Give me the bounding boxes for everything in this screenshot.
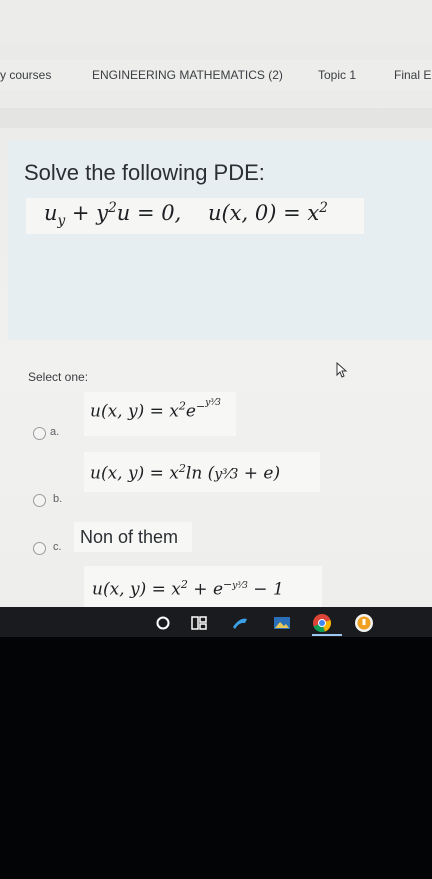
divider — [0, 108, 432, 128]
option-b-radio[interactable] — [33, 494, 46, 507]
option-c-text[interactable]: Non of them — [80, 527, 178, 548]
option-d-text[interactable]: u(x, y) = x2 + e−y³⁄3 − 1 — [92, 578, 284, 600]
breadcrumb-course[interactable]: ENGINEERING MATHEMATICS (2) — [92, 68, 283, 82]
option-a-radio[interactable] — [33, 427, 46, 440]
select-one-label: Select one: — [28, 370, 89, 384]
browser-viewport: y courses ENGINEERING MATHEMATICS (2) To… — [0, 0, 432, 607]
breadcrumb-topic[interactable]: Topic 1 — [318, 68, 356, 82]
screen-bezel — [0, 637, 432, 879]
breadcrumb-my-courses[interactable]: y courses — [0, 68, 51, 82]
chrome-icon[interactable] — [312, 613, 332, 633]
option-b-letter: b. — [53, 493, 63, 505]
question-title: Solve the following PDE: — [24, 160, 265, 185]
option-a-text[interactable]: u(x, y) = x2e−y³⁄3 — [90, 398, 221, 421]
taskbar — [0, 607, 432, 637]
breadcrumb: y courses ENGINEERING MATHEMATICS (2) To… — [0, 60, 432, 90]
pen-icon[interactable] — [231, 615, 249, 631]
vpn-icon[interactable] — [354, 613, 374, 633]
photos-icon[interactable] — [273, 615, 291, 631]
question-equation-text: uy + y2u = 0, u(x, 0) = x2 — [44, 200, 328, 230]
option-c-letter: c. — [53, 541, 62, 553]
option-c-radio[interactable] — [33, 542, 46, 555]
breadcrumb-final-exam[interactable]: Final E — [394, 68, 431, 82]
question-equation: uy + y2u = 0, u(x, 0) = x2 — [44, 200, 328, 229]
option-a-letter: a. — [50, 426, 60, 438]
browser-top-bar — [0, 0, 432, 44]
option-b-text[interactable]: u(x, y) = x2ln (y³⁄3 + e) — [90, 462, 280, 484]
active-app-indicator — [312, 634, 342, 636]
mouse-cursor-icon — [336, 362, 348, 378]
task-view-icon[interactable] — [191, 615, 207, 631]
circle-icon[interactable] — [156, 616, 170, 630]
